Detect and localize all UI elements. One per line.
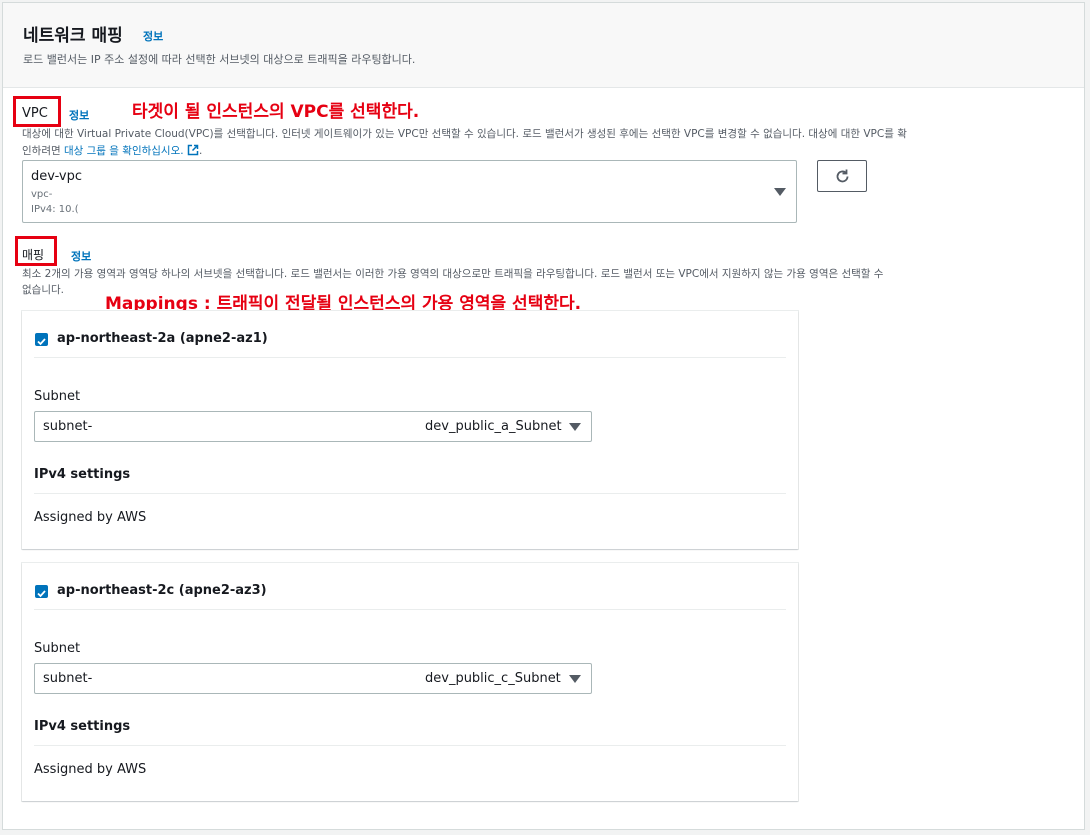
zone-card: ap-northeast-2c (apne2-az3) Subnet subne… — [22, 563, 798, 801]
mapping-description-line1: 최소 2개의 가용 영역과 영역당 하나의 서브넷을 선택합니다. 로드 밸런서… — [22, 268, 884, 280]
refresh-icon — [834, 168, 851, 189]
zone-card: ap-northeast-2a (apne2-az1) Subnet subne… — [22, 311, 798, 549]
mapping-description-line2: 없습니다. — [22, 284, 64, 296]
card-divider — [34, 745, 786, 746]
subnet-select[interactable]: subnet- dev_public_c_Subnet — [34, 663, 592, 694]
subnet-id: subnet- — [43, 671, 93, 686]
header-info-link[interactable]: 정보 — [143, 28, 163, 44]
subnet-name: dev_public_a_Subnet — [425, 419, 562, 434]
subnet-dropdown-caret-icon — [569, 423, 581, 431]
vpc-annotation: 타겟이 될 인스턴스의 VPC를 선택한다. — [132, 102, 420, 122]
ipv4-settings-label: IPv4 settings — [34, 467, 131, 482]
vpc-dropdown-caret-icon — [774, 188, 786, 196]
vpc-selected-id: vpc- — [31, 189, 53, 200]
header-description: 로드 밸런서는 IP 주소 설정에 따라 선택한 서브넷의 대상으로 트래픽을 … — [23, 53, 416, 66]
vpc-select[interactable]: dev-vpc vpc- IPv4: 10.( — [22, 160, 797, 223]
zone-name: ap-northeast-2c (apne2-az3) — [57, 583, 267, 598]
target-group-link[interactable]: 대상 그룹 을 확인하십시오. — [64, 145, 184, 157]
card-divider — [34, 357, 786, 358]
vpc-label: VPC — [22, 106, 48, 121]
vpc-description-line2: 인하려면 대상 그룹 을 확인하십시오. . — [22, 144, 203, 159]
subnet-name: dev_public_c_Subnet — [425, 671, 561, 686]
subnet-select[interactable]: subnet- dev_public_a_Subnet — [34, 411, 592, 442]
network-mapping-panel: 네트워크 매핑 정보 로드 밸런서는 IP 주소 설정에 따라 선택한 서브넷의… — [2, 2, 1085, 830]
page-title: 네트워크 매핑 — [23, 26, 123, 46]
card-divider — [34, 609, 786, 610]
mapping-info-link[interactable]: 정보 — [71, 248, 91, 264]
subnet-label: Subnet — [34, 389, 81, 404]
vpc-refresh-button[interactable] — [817, 160, 867, 192]
subnet-dropdown-caret-icon — [569, 675, 581, 683]
panel-header: 네트워크 매핑 정보 로드 밸런서는 IP 주소 설정에 따라 선택한 서브넷의… — [3, 3, 1084, 88]
subnet-id: subnet- — [43, 419, 93, 434]
card-divider — [34, 493, 786, 494]
vpc-description-line1: 대상에 대한 Virtual Private Cloud(VPC)를 선택합니다… — [22, 128, 907, 140]
zone-checkbox[interactable] — [35, 333, 48, 346]
vpc-selected-cidr: IPv4: 10.( — [31, 204, 79, 215]
external-link-icon[interactable] — [187, 144, 199, 159]
ipv4-settings-label: IPv4 settings — [34, 719, 131, 734]
mapping-label: 매핑 — [22, 248, 45, 262]
checkmark-icon — [37, 338, 46, 346]
checkmark-icon — [37, 590, 46, 598]
ipv4-settings-value: Assigned by AWS — [34, 510, 147, 525]
zone-checkbox[interactable] — [35, 585, 48, 598]
zone-name: ap-northeast-2a (apne2-az1) — [57, 331, 268, 346]
vpc-info-link[interactable]: 정보 — [69, 107, 89, 123]
vpc-selected-name: dev-vpc — [31, 169, 83, 184]
subnet-label: Subnet — [34, 641, 81, 656]
ipv4-settings-value: Assigned by AWS — [34, 762, 147, 777]
